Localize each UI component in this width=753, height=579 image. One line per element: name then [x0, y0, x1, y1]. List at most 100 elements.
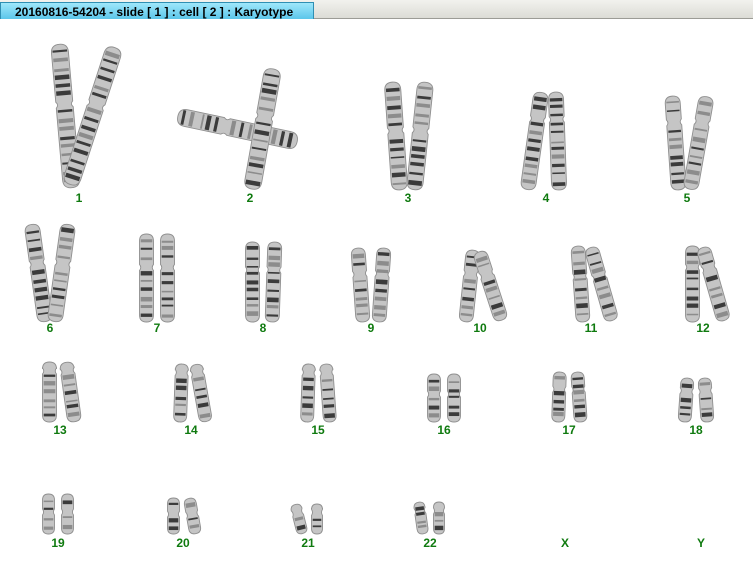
chromosome-band: [448, 395, 460, 398]
chromosome-homolog-9-b[interactable]: [371, 247, 392, 323]
chromosome-homolog-15-a[interactable]: [300, 363, 316, 423]
chromosome-band: [686, 270, 699, 274]
chromosome-band: [686, 296, 699, 301]
chromosome-homolog-5-b[interactable]: [683, 95, 714, 190]
chromosome-homolog-14-b[interactable]: [189, 363, 213, 423]
chromosome-homolog-16-a[interactable]: [427, 373, 441, 423]
chromosome-band: [554, 375, 566, 380]
chromosome-band: [161, 314, 174, 318]
chromatid-body: [139, 233, 154, 323]
chromosome-band: [161, 304, 174, 307]
chromosome-pair-16: 16: [427, 373, 461, 437]
chromosome-pair-20: 20: [167, 497, 202, 550]
chromosome-homolog-18-b[interactable]: [697, 377, 715, 423]
chromosome-homolog-21-b[interactable]: [311, 503, 323, 535]
chromosome-homolog-16-b[interactable]: [447, 373, 461, 423]
chromosome-homolog-13-b[interactable]: [59, 361, 82, 423]
chromosome-band: [574, 411, 586, 418]
chromosome-band: [175, 396, 187, 401]
chromosome-band: [140, 271, 153, 276]
chromosome-homolog-18-a[interactable]: [677, 377, 695, 423]
chromosome-homolog-17-a[interactable]: [551, 371, 567, 423]
chromosome-band: [374, 296, 387, 302]
chromosome-band: [681, 383, 693, 389]
chromosome-band: [266, 297, 279, 303]
chromosome-band: [302, 385, 314, 391]
chromosome-homolog-5-a[interactable]: [664, 95, 687, 191]
chromosome-band: [62, 524, 73, 530]
chromosome-homolog-4-b[interactable]: [548, 91, 567, 191]
chromosome-homolog-7-b[interactable]: [160, 233, 175, 323]
document-tab[interactable]: 20160816-54204 - slide [ 1 ] : cell [ 2 …: [0, 2, 314, 19]
chromosome-pair-3: 3: [384, 81, 434, 205]
chromosome-homolog-7-a[interactable]: [139, 233, 154, 323]
chromatid-body: [664, 95, 687, 191]
chromosome-homolog-22-a[interactable]: [413, 501, 429, 535]
chromosome-band: [552, 182, 566, 187]
chromosome-homolog-9-a[interactable]: [350, 247, 371, 323]
chromosome-band: [268, 247, 281, 251]
chromosome-homolog-6-a[interactable]: [24, 223, 53, 323]
chromosome-homolog-12-b[interactable]: [696, 246, 730, 323]
chromosome-pair-19: 19: [42, 493, 74, 550]
chromosome-homolog-22-b[interactable]: [433, 501, 445, 535]
chromosome-band: [686, 303, 699, 308]
chromosome-homolog-4-a[interactable]: [520, 91, 549, 191]
chromosome-band: [686, 277, 699, 280]
chromosome-band: [140, 257, 153, 261]
chromosome-band: [246, 257, 259, 260]
chromosome-label-2: 2: [247, 191, 254, 205]
chromosome-homolog-14-a[interactable]: [173, 363, 189, 423]
title-bar: 20160816-54204 - slide [ 1 ] : cell [ 2 …: [0, 0, 753, 19]
chromosome-label-17: 17: [562, 423, 576, 437]
chromosome-band: [553, 399, 565, 404]
chromosome-homolog-19-b[interactable]: [61, 493, 74, 535]
chromosome-band: [140, 296, 153, 302]
chromosome-band: [448, 381, 460, 383]
chromosome-band: [175, 403, 186, 407]
chromosome-homolog-3-a[interactable]: [384, 81, 408, 191]
chromosome-homolog-20-a[interactable]: [167, 497, 180, 535]
chromosome-homolog-12-a[interactable]: [685, 245, 700, 323]
chromosome-pair-14: 14: [173, 363, 212, 437]
chromosome-homolog-19-a[interactable]: [42, 493, 55, 535]
chromosome-homolog-21-a[interactable]: [290, 503, 308, 535]
chromosome-band: [168, 518, 179, 523]
chromosome-band: [246, 266, 259, 268]
chromosome-band: [686, 313, 699, 316]
chromosome-homolog-13-a[interactable]: [42, 361, 57, 423]
chromosome-pair-10: 10: [458, 249, 509, 335]
chromosome-band: [375, 279, 388, 285]
chromosome-homolog-10-b[interactable]: [473, 250, 509, 323]
chromosome-band: [168, 502, 179, 505]
chromosome-band: [140, 279, 153, 282]
chromosome-band: [550, 113, 563, 117]
window-title: 20160816-54204 - slide [ 1 ] : cell [ 2 …: [15, 5, 294, 19]
chromosome-band: [324, 413, 336, 419]
chromosome-pair-8: 8: [245, 241, 283, 335]
chromosome-band: [573, 269, 586, 275]
chromosome-label-21: 21: [301, 536, 315, 550]
chromosome-band: [572, 384, 584, 389]
chromosome-band: [43, 381, 56, 386]
chromosome-band: [161, 290, 174, 293]
chromosome-homolog-8-b[interactable]: [264, 241, 283, 323]
chromosome-homolog-6-b[interactable]: [47, 223, 76, 323]
chromosome-band: [161, 272, 174, 276]
chromosome-homolog-20-b[interactable]: [183, 497, 202, 535]
chromosome-homolog-3-b[interactable]: [406, 81, 434, 191]
chromosome-homolog-15-b[interactable]: [319, 363, 337, 423]
chromatid-body: [697, 246, 730, 322]
chromosome-band: [246, 311, 259, 316]
chromosome-band: [140, 287, 153, 291]
chromosome-band: [553, 407, 564, 411]
chromosome-band: [266, 304, 279, 309]
chromosome-homolog-2-a[interactable]: [176, 108, 299, 150]
chromosome-homolog-8-a[interactable]: [245, 241, 260, 323]
chromosome-band: [266, 314, 279, 317]
chromosome-pair-13: 13: [42, 361, 82, 437]
chromosome-band: [140, 305, 153, 309]
chromosome-label-19: 19: [51, 536, 65, 550]
chromosome-homolog-17-b[interactable]: [570, 371, 588, 423]
chromosome-pair-Y: Y: [697, 536, 705, 550]
